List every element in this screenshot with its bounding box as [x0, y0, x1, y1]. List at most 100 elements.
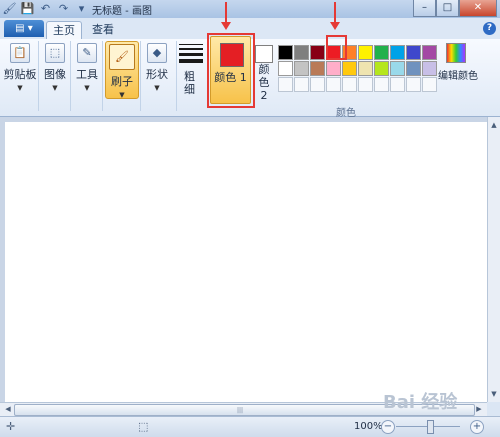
application-menu-button[interactable]: ▤ ▾	[4, 20, 44, 37]
chevron-down-icon: ▼	[119, 91, 125, 99]
brushes-button[interactable]: 🖌 刷子 ▼	[105, 41, 139, 99]
drawing-canvas[interactable]	[5, 122, 488, 402]
custom-color-slot[interactable]	[390, 77, 405, 92]
image-label: 图像	[44, 68, 66, 81]
redo-icon[interactable]: ↷	[56, 1, 71, 16]
zoom-level: 100%	[354, 421, 383, 432]
cursor-position-icon: ✛	[6, 420, 16, 433]
custom-color-slot[interactable]	[294, 77, 309, 92]
tools-label: 工具	[76, 68, 98, 81]
palette-swatch[interactable]	[390, 45, 405, 60]
maximize-button[interactable]: □	[436, 0, 459, 17]
brushes-label: 刷子	[111, 75, 133, 88]
palette-swatch[interactable]	[310, 45, 325, 60]
status-bar: ✛ ⬚ 100% − +	[0, 416, 500, 437]
edit-colors-label: 编辑颜色	[438, 71, 478, 82]
scroll-up-icon[interactable]: ▲	[488, 119, 500, 131]
palette-swatch[interactable]	[374, 45, 389, 60]
vertical-scrollbar[interactable]: ▲ ▼	[487, 117, 500, 402]
palette-swatch[interactable]	[406, 45, 421, 60]
palette-swatch[interactable]	[358, 61, 373, 76]
custom-color-slot[interactable]	[310, 77, 325, 92]
palette-swatch[interactable]	[390, 61, 405, 76]
line-thick	[179, 53, 203, 56]
custom-color-slot[interactable]	[358, 77, 373, 92]
brush-icon: 🖌	[109, 44, 135, 70]
minimize-button[interactable]: –	[413, 0, 436, 17]
pencil-icon: ✎	[77, 43, 97, 63]
palette-swatch[interactable]	[358, 45, 373, 60]
custom-color-slot[interactable]	[374, 77, 389, 92]
palette-swatch[interactable]	[278, 45, 293, 60]
grip-icon: |||	[237, 407, 244, 414]
color2-button[interactable]: 颜色 2	[254, 45, 274, 102]
chevron-down-icon: ▼	[17, 84, 23, 92]
group-image: ⬚ 图像 ▼	[40, 41, 71, 111]
clipboard-button[interactable]: 📋 剪贴板 ▼	[2, 41, 38, 92]
close-button[interactable]: ✕	[459, 0, 497, 17]
scroll-right-icon[interactable]: ▶	[473, 403, 485, 415]
annotation-arrow-shaft	[225, 2, 227, 24]
rainbow-icon	[446, 43, 466, 63]
save-icon[interactable]: 💾	[20, 1, 35, 16]
tools-button[interactable]: ✎ 工具 ▼	[72, 41, 102, 92]
line-medium	[179, 48, 203, 50]
palette-swatch[interactable]	[342, 61, 357, 76]
line-thin	[179, 44, 203, 45]
palette-swatch[interactable]	[294, 61, 309, 76]
window-title: 无标题 - 画图	[92, 6, 152, 17]
annotation-arrow-head	[221, 22, 231, 30]
zoom-in-button[interactable]: +	[470, 420, 484, 434]
shapes-icon: ◆	[147, 43, 167, 63]
chevron-down-icon: ▼	[52, 84, 58, 92]
size-button[interactable]	[179, 44, 203, 66]
undo-icon[interactable]: ↶	[38, 1, 53, 16]
line-thickest	[179, 59, 203, 63]
selection-size-icon: ⬚	[138, 420, 149, 433]
zoom-out-button[interactable]: −	[381, 420, 395, 434]
palette-swatch[interactable]	[326, 61, 341, 76]
group-tools: ✎ 工具 ▼	[72, 41, 103, 111]
custom-color-slot[interactable]	[278, 77, 293, 92]
tab-view[interactable]: 查看	[86, 21, 120, 39]
edit-colors-button[interactable]: 编辑颜色	[438, 43, 478, 82]
palette-swatch[interactable]	[278, 61, 293, 76]
annotation-box-red-swatch	[326, 35, 347, 60]
custom-color-slot[interactable]	[406, 77, 421, 92]
watermark: Bai 经验	[383, 388, 457, 414]
help-icon[interactable]: ?	[483, 22, 496, 35]
custom-color-slot[interactable]	[342, 77, 357, 92]
palette-swatch[interactable]	[406, 61, 421, 76]
shapes-label: 形状	[146, 68, 168, 81]
color2-swatch	[255, 45, 273, 63]
tab-home[interactable]: 主页	[46, 21, 82, 40]
group-brushes: 🖌 刷子 ▼	[104, 41, 141, 111]
shapes-button[interactable]: ◆ 形状 ▼	[142, 41, 172, 92]
group-shapes: ◆ 形状 ▼	[142, 41, 177, 111]
custom-color-slot[interactable]	[422, 77, 437, 92]
scroll-left-icon[interactable]: ◀	[2, 403, 14, 415]
chevron-down-icon: ▼	[84, 84, 90, 92]
annotation-arrow-head	[330, 22, 340, 30]
image-button[interactable]: ⬚ 图像 ▼	[40, 41, 70, 92]
palette-swatch[interactable]	[294, 45, 309, 60]
group-clipboard: 📋 剪贴板 ▼	[2, 41, 39, 111]
app-icon[interactable]: 🖌	[2, 1, 17, 16]
clipboard-icon: 📋	[10, 43, 30, 63]
customize-icon[interactable]: ▾	[74, 1, 89, 16]
annotation-box-color1	[207, 33, 255, 108]
watermark-text: Bai 经验	[383, 392, 458, 413]
palette-swatch[interactable]	[374, 61, 389, 76]
select-icon: ⬚	[45, 43, 65, 63]
custom-color-slot[interactable]	[326, 77, 341, 92]
size-label: 粗细	[184, 70, 195, 96]
title-bar: 🖌 💾 ↶ ↷ ▾ 无标题 - 画图 – □ ✕	[0, 0, 500, 18]
annotation-arrow-shaft	[334, 2, 336, 24]
window-controls: – □ ✕	[413, 0, 497, 17]
palette-swatch[interactable]	[422, 45, 437, 60]
scroll-down-icon[interactable]: ▼	[488, 388, 500, 400]
palette-swatch[interactable]	[422, 61, 437, 76]
palette-swatch[interactable]	[310, 61, 325, 76]
zoom-slider-thumb[interactable]	[427, 420, 434, 434]
clipboard-label: 剪贴板	[3, 68, 37, 81]
